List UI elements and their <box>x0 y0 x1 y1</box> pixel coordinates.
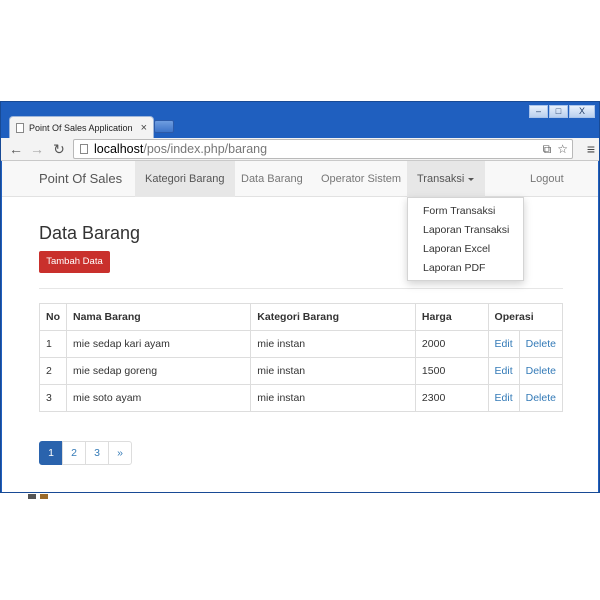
cell-harga: 2000 <box>414 330 489 358</box>
table-header-row: No Nama Barang Kategori Barang Harga Ope… <box>39 303 564 331</box>
cell-nama: mie sedap kari ayam <box>65 330 252 358</box>
maximize-button[interactable]: □ <box>549 105 568 118</box>
data-table: No Nama Barang Kategori Barang Harga Ope… <box>39 303 564 412</box>
tab-close-icon[interactable]: × <box>141 122 147 134</box>
cell-no: 1 <box>39 330 67 358</box>
bookmark-star-icon[interactable]: ☆ <box>557 142 568 157</box>
navbar: Point Of Sales Kategori Barang Data Bara… <box>2 161 598 197</box>
cell-kategori: mie instan <box>250 357 416 385</box>
cell-harga: 2300 <box>414 384 489 412</box>
page-1-button[interactable]: 1 <box>39 441 63 465</box>
tab-title: Point Of Sales Application <box>29 122 133 133</box>
header-nama-barang: Nama Barang <box>65 303 252 331</box>
page-icon <box>80 144 88 154</box>
transaksi-dropdown: Form Transaksi Laporan Transaksi Laporan… <box>407 197 524 281</box>
header-harga: Harga <box>414 303 489 331</box>
new-tab-button[interactable] <box>154 120 174 133</box>
nav-logout[interactable]: Logout <box>520 161 574 197</box>
page-3-button[interactable]: 3 <box>85 441 109 465</box>
cell-harga: 1500 <box>414 357 489 385</box>
nav-transaksi[interactable]: Transaksi <box>407 161 485 197</box>
divider <box>39 288 563 289</box>
caret-down-icon <box>468 177 475 181</box>
web-page: Point Of Sales Kategori Barang Data Bara… <box>2 161 598 492</box>
cell-no: 3 <box>39 384 67 412</box>
table-row: 3 mie soto ayam mie instan 2300 Edit Del… <box>39 384 564 412</box>
table-row: 2 mie sedap goreng mie instan 1500 Edit … <box>39 357 564 385</box>
header-kategori-barang: Kategori Barang <box>250 303 416 331</box>
page-2-button[interactable]: 2 <box>62 441 86 465</box>
pagination: 1 2 3 » <box>39 441 132 465</box>
cell-no: 2 <box>39 357 67 385</box>
reload-icon[interactable]: ↻ <box>50 140 68 158</box>
navbar-brand[interactable]: Point Of Sales <box>39 171 122 186</box>
nav-operator-sistem[interactable]: Operator Sistem <box>311 161 411 197</box>
window-controls: – □ X <box>529 105 595 118</box>
browser-tab[interactable]: Point Of Sales Application × <box>9 116 154 138</box>
page-title: Data Barang <box>39 223 141 243</box>
header-no: No <box>39 303 67 331</box>
browser-toolbar: ← → ↻ localhost/pos/index.php/barang ⧉ ☆… <box>1 138 599 161</box>
edit-link[interactable]: Edit <box>495 392 513 404</box>
add-data-button[interactable]: Tambah Data <box>39 251 110 273</box>
table-row: 1 mie sedap kari ayam mie instan 2000 Ed… <box>39 330 564 358</box>
dropdown-item-laporan-excel[interactable]: Laporan Excel <box>408 240 523 259</box>
next-page-button[interactable]: » <box>108 441 132 465</box>
nav-kategori-barang[interactable]: Kategori Barang <box>135 161 235 197</box>
cell-nama: mie sedap goreng <box>65 357 252 385</box>
dropdown-item-form-transaksi[interactable]: Form Transaksi <box>408 202 523 221</box>
delete-link[interactable]: Delete <box>526 392 556 404</box>
url-path: /pos/index.php/barang <box>143 142 268 156</box>
edit-link[interactable]: Edit <box>495 338 513 350</box>
cell-kategori: mie instan <box>250 330 416 358</box>
cell-kategori: mie instan <box>250 384 416 412</box>
url-host: localhost <box>94 142 144 156</box>
minimize-button[interactable]: – <box>529 105 548 118</box>
delete-link[interactable]: Delete <box>526 365 556 377</box>
forward-icon[interactable]: → <box>28 140 46 158</box>
browser-window: – □ X Point Of Sales Application × ← → ↻… <box>0 101 600 493</box>
menu-icon[interactable]: ≡ <box>587 141 595 157</box>
dropdown-item-laporan-pdf[interactable]: Laporan PDF <box>408 259 523 278</box>
address-bar[interactable]: localhost/pos/index.php/barang ⧉ ☆ <box>73 139 573 159</box>
nav-transaksi-label: Transaksi <box>417 173 465 185</box>
translate-icon[interactable]: ⧉ <box>543 142 552 157</box>
dropdown-item-laporan-transaksi[interactable]: Laporan Transaksi <box>408 221 523 240</box>
page-icon <box>16 122 24 133</box>
header-operasi: Operasi <box>487 303 564 331</box>
close-window-button[interactable]: X <box>569 105 595 118</box>
cell-nama: mie soto ayam <box>65 384 252 412</box>
title-bar: – □ X Point Of Sales Application × <box>1 102 600 142</box>
taskbar-remnant <box>28 494 148 500</box>
back-icon[interactable]: ← <box>7 140 25 158</box>
delete-link[interactable]: Delete <box>526 338 556 350</box>
edit-link[interactable]: Edit <box>495 365 513 377</box>
nav-data-barang[interactable]: Data Barang <box>231 161 313 197</box>
